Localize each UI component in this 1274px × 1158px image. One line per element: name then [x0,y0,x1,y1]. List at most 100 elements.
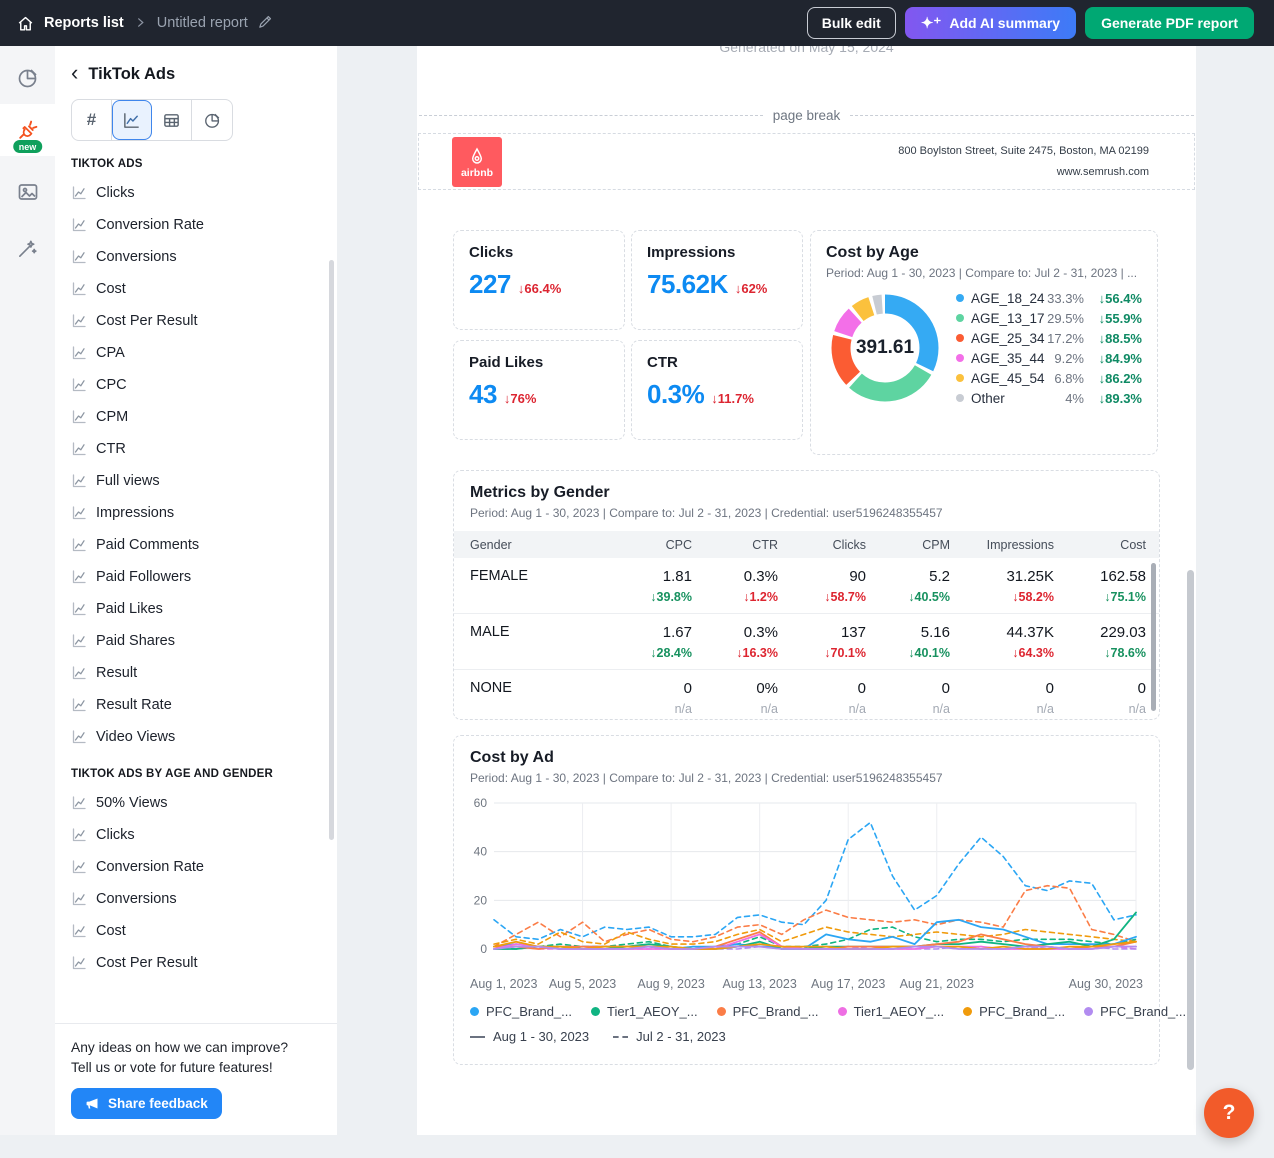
age-segment-label: AGE_13_17 [971,311,1045,326]
widget-type-table[interactable] [152,100,192,140]
back-chevron-icon[interactable]: ‹ [71,65,78,81]
sidebar-item-cpc[interactable]: CPC [55,369,337,401]
megaphone-icon [85,1096,100,1111]
sidebar-item-conversion-rate[interactable]: Conversion Rate [55,209,337,241]
share-feedback-button[interactable]: Share feedback [71,1088,222,1119]
page-scrollbar[interactable] [1187,570,1194,1070]
sidebar-item-cpa[interactable]: CPA [55,337,337,369]
line-chart-icon [71,505,87,521]
age-segment-label: AGE_35_44 [971,351,1045,366]
sidebar-item-clicks[interactable]: Clicks [55,177,337,209]
widget-type-line-chart[interactable] [112,100,152,140]
age-segment-percent: 17.2% [1047,331,1084,346]
svg-text:0: 0 [480,942,487,956]
sidebar-item-cost[interactable]: Cost [55,915,337,947]
line-chart-icon [71,633,87,649]
bulk-edit-button[interactable]: Bulk edit [807,7,896,39]
cell-delta: ↓40.1% [866,646,950,660]
topbar-actions: Bulk edit ✦⁺ Add AI summary Generate PDF… [807,7,1254,39]
breadcrumb-reports-list[interactable]: Reports list [44,15,124,31]
metric-cell: 0n/a [950,680,1054,716]
cost-by-ad-widget[interactable]: Cost by Ad Period: Aug 1 - 30, 2023 | Co… [453,735,1160,1065]
metric-cards-region: Clicks227↓66.4%Impressions75.62K↓62%Paid… [453,230,1160,455]
cost-by-age-widget[interactable]: Cost by Age Period: Aug 1 - 30, 2023 | C… [810,230,1158,455]
sidebar-item-paid-comments[interactable]: Paid Comments [55,529,337,561]
metric-cell: 0.3%↓1.2% [692,568,778,604]
gender-table-scrollbar[interactable] [1151,563,1156,711]
sidebar-item-label: CPC [96,377,127,393]
sidebar-item-label: CTR [96,441,126,457]
sidebar-item-conversion-rate[interactable]: Conversion Rate [55,851,337,883]
line-chart-icon [71,281,87,297]
widget-type-pie-chart[interactable] [192,100,232,140]
help-button[interactable]: ? [1204,1088,1254,1138]
rail-ai-tools-icon[interactable] [0,222,55,274]
cell-value: 90 [778,568,866,585]
home-icon[interactable] [16,14,35,33]
sidebar-item-cpm[interactable]: CPM [55,401,337,433]
sidebar-scrollbar[interactable] [329,260,334,840]
metric-card-paid-likes[interactable]: Paid Likes43↓76% [453,340,625,440]
sidebar-item-conversions[interactable]: Conversions [55,241,337,273]
sidebar-item-result[interactable]: Result [55,657,337,689]
sidebar-item-clicks[interactable]: Clicks [55,819,337,851]
edit-pencil-icon[interactable] [257,13,274,34]
dashed-line-sample [613,1036,628,1038]
sidebar-item-label: CPM [96,409,128,425]
metrics-by-gender-widget[interactable]: Metrics by Gender Period: Aug 1 - 30, 20… [453,470,1160,720]
generate-pdf-button[interactable]: Generate PDF report [1085,7,1254,39]
age-legend-row: AGE_35_449.2%↓84.9% [956,351,1142,366]
sidebar-section-heading: TIKTOK ADS BY AGE AND GENDER [55,753,337,787]
sidebar-item-impressions[interactable]: Impressions [55,497,337,529]
metric-card-impressions[interactable]: Impressions75.62K↓62% [631,230,803,330]
rail-media-icon[interactable] [0,166,55,218]
sidebar-item-cost-per-result[interactable]: Cost Per Result [55,305,337,337]
cell-delta: ↓64.3% [950,646,1054,660]
report-title[interactable]: Untitled report [157,15,248,31]
line-chart-icon [71,859,87,875]
sidebar-item-cost-per-result[interactable]: Cost Per Result [55,947,337,979]
sidebar-item-video-views[interactable]: Video Views [55,721,337,753]
period-legend: Aug 1 - 30, 2023 Jul 2 - 31, 2023 [470,1029,1143,1044]
cost-by-age-donut: 391.61 [826,289,944,407]
line-chart-icon [71,441,87,457]
cell-value: 31.25K [950,568,1054,585]
sidebar-item-label: Video Views [96,729,175,745]
cell-value: 5.16 [866,624,950,641]
metric-delta: ↓76% [504,391,537,406]
cell-delta: n/a [778,702,866,716]
column-header-ctr: CTR [692,538,778,552]
widget-type-number[interactable]: # [72,100,112,140]
sidebar-item-ctr[interactable]: CTR [55,433,337,465]
new-badge: new [13,140,43,153]
sidebar-item-conversions[interactable]: Conversions [55,883,337,915]
sidebar-item-label: CPA [96,345,125,361]
sidebar-item-full-views[interactable]: Full views [55,465,337,497]
legend-label: Tier1_AEOY_... [607,1004,698,1019]
x-tick-label: Aug 9, 2023 [637,977,704,991]
cell-value: 1.81 [604,568,692,585]
line-chart-icon [71,569,87,585]
legend-label: PFC_Brand_... [733,1004,819,1019]
column-header-gender: Gender [454,538,604,552]
previous-period-legend: Jul 2 - 31, 2023 [613,1029,726,1044]
sidebar-item-paid-shares[interactable]: Paid Shares [55,625,337,657]
sidebar-item-paid-likes[interactable]: Paid Likes [55,593,337,625]
sidebar-item-50-views[interactable]: 50% Views [55,787,337,819]
metric-cell: 5.2↓40.5% [866,568,950,604]
metric-card-clicks[interactable]: Clicks227↓66.4% [453,230,625,330]
metric-card-ctr[interactable]: CTR0.3%↓11.7% [631,340,803,440]
sidebar: ‹ TikTok Ads # TIKTOK ADSClicksConversio… [55,46,337,1135]
metric-value: 43 [469,379,497,410]
add-ai-summary-button[interactable]: ✦⁺ Add AI summary [905,7,1076,39]
report-brand-header[interactable]: airbnb 800 Boylston Street, Suite 2475, … [418,133,1195,190]
rail-integrations-icon[interactable]: new [0,104,55,156]
page-break-label: page break [773,108,841,123]
cell-value: 5.2 [866,568,950,585]
legend-dot [956,354,964,362]
sidebar-item-paid-followers[interactable]: Paid Followers [55,561,337,593]
rail-reports-icon[interactable] [0,52,55,104]
age-legend-row: AGE_18_2433.3%↓56.4% [956,291,1142,306]
sidebar-item-result-rate[interactable]: Result Rate [55,689,337,721]
sidebar-item-cost[interactable]: Cost [55,273,337,305]
